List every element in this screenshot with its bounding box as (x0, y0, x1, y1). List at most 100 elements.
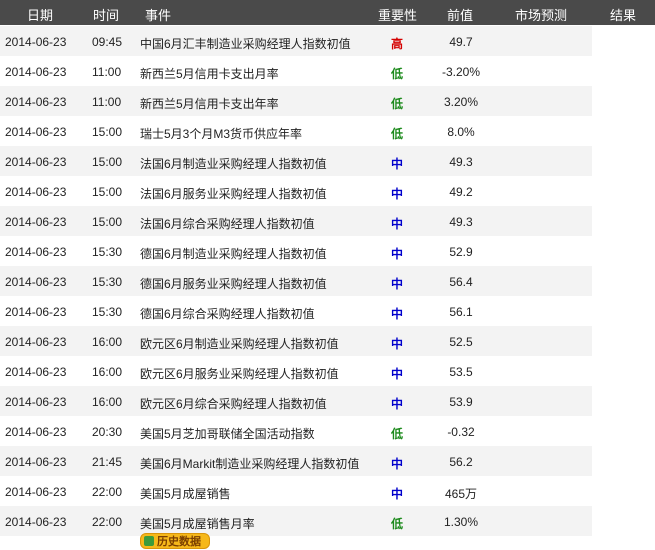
row-time: 15:00 (92, 215, 123, 229)
row-date: 2014-06-23 (5, 185, 67, 199)
header-time: 时间 (93, 8, 120, 23)
row-importance: 中 (391, 367, 404, 381)
row-previous: 49.7 (449, 35, 473, 49)
row-date: 2014-06-23 (5, 125, 67, 139)
row-importance: 低 (391, 67, 404, 81)
row-time: 22:00 (92, 515, 123, 529)
row-date: 2014-06-23 (5, 65, 67, 79)
table-row: 2014-06-23 09:45 中国6月汇丰制造业采购经理人指数初值 高 49.7 (0, 26, 592, 56)
row-previous: 56.4 (449, 275, 473, 289)
row-importance: 低 (391, 517, 404, 531)
row-event: 法国6月综合采购经理人指数初值 (140, 217, 315, 231)
row-date: 2014-06-23 (5, 215, 67, 229)
row-date: 2014-06-23 (5, 425, 67, 439)
row-time: 15:30 (92, 245, 123, 259)
row-date: 2014-06-23 (5, 275, 67, 289)
row-event: 德国6月服务业采购经理人指数初值 (140, 277, 327, 291)
row-time: 09:45 (92, 35, 123, 49)
row-previous: 465万 (444, 487, 478, 501)
row-event: 瑞士5月3个月M3货币供应年率 (140, 127, 303, 141)
table-row: 2014-06-23 15:30 德国6月服务业采购经理人指数初值 中 56.4 (0, 266, 592, 296)
table-row: 2014-06-23 15:00 法国6月综合采购经理人指数初值 中 49.3 (0, 206, 592, 236)
row-time: 20:30 (92, 425, 123, 439)
row-importance: 中 (391, 187, 404, 201)
row-previous: -0.32 (447, 425, 475, 439)
table-row: 2014-06-23 15:00 法国6月服务业采购经理人指数初值 中 49.2 (0, 176, 592, 206)
row-event: 美国5月成屋销售 (140, 487, 231, 501)
row-importance: 中 (391, 487, 404, 501)
row-event: 新西兰5月信用卡支出年率 (140, 97, 279, 111)
row-date: 2014-06-23 (5, 245, 67, 259)
row-date: 2014-06-23 (5, 305, 67, 319)
row-time: 16:00 (92, 365, 123, 379)
table-header: 日期 时间 事件 重要性 前值 市场预测 结果 (0, 0, 655, 25)
row-importance: 中 (391, 457, 404, 471)
row-event: 欧元区6月服务业采购经理人指数初值 (140, 367, 339, 381)
row-date: 2014-06-23 (5, 95, 67, 109)
row-time: 16:00 (92, 395, 123, 409)
row-event: 德国6月综合采购经理人指数初值 (140, 307, 315, 321)
row-time: 22:00 (92, 485, 123, 499)
row-event: 欧元区6月综合采购经理人指数初值 (140, 397, 327, 411)
row-previous: 56.1 (449, 305, 473, 319)
row-previous: -3.20% (441, 65, 481, 79)
row-event: 美国5月成屋销售月率 (140, 517, 255, 531)
row-importance: 低 (391, 427, 404, 441)
row-previous: 53.9 (449, 395, 473, 409)
row-importance: 中 (391, 397, 404, 411)
row-previous: 49.2 (449, 185, 473, 199)
row-previous: 52.9 (449, 245, 473, 259)
table-row: 2014-06-23 15:30 德国6月制造业采购经理人指数初值 中 52.9 (0, 236, 592, 266)
row-date: 2014-06-23 (5, 155, 67, 169)
header-result: 结果 (610, 8, 637, 23)
row-event: 新西兰5月信用卡支出月率 (140, 67, 279, 81)
row-event: 中国6月汇丰制造业采购经理人指数初值 (140, 37, 351, 51)
row-event: 法国6月服务业采购经理人指数初值 (140, 187, 327, 201)
row-event: 欧元区6月制造业采购经理人指数初值 (140, 337, 339, 351)
row-time: 16:00 (92, 335, 123, 349)
row-event: 美国6月Markit制造业采购经理人指数初值 (140, 457, 360, 471)
row-previous: 3.20% (443, 95, 479, 109)
table-row: 2014-06-23 11:00 新西兰5月信用卡支出月率 低 -3.20% (0, 56, 592, 86)
row-date: 2014-06-23 (5, 365, 67, 379)
row-date: 2014-06-23 (5, 455, 67, 469)
row-event: 德国6月制造业采购经理人指数初值 (140, 247, 327, 261)
row-previous: 49.3 (449, 155, 473, 169)
row-event: 法国6月制造业采购经理人指数初值 (140, 157, 327, 171)
row-previous: 53.5 (449, 365, 473, 379)
table-row: 2014-06-23 21:45 美国6月Markit制造业采购经理人指数初值 中 56… (0, 446, 592, 476)
row-time: 11:00 (92, 95, 122, 109)
row-importance: 中 (391, 157, 404, 171)
row-time: 11:00 (92, 65, 122, 79)
table-row: 2014-06-23 20:30 美国5月芝加哥联储全国活动指数 低 -0.32 (0, 416, 592, 446)
row-date: 2014-06-23 (5, 485, 67, 499)
table-row: 2014-06-23 15:30 德国6月综合采购经理人指数初值 中 56.1 (0, 296, 592, 326)
row-previous: 8.0% (447, 125, 475, 139)
row-date: 2014-06-23 (5, 515, 67, 529)
row-importance: 中 (391, 247, 404, 261)
table-row: 2014-06-23 16:00 欧元区6月制造业采购经理人指数初值 中 52.5 (0, 326, 592, 356)
row-importance: 中 (391, 337, 404, 351)
table-row: 2014-06-23 22:00 美国5月成屋销售 中 465万 (0, 476, 592, 506)
row-time: 15:30 (92, 275, 123, 289)
row-importance: 中 (391, 307, 404, 321)
history-data-button[interactable]: 历史数据 (140, 533, 210, 549)
row-importance: 高 (391, 37, 404, 51)
row-time: 15:00 (92, 125, 123, 139)
header-date: 日期 (27, 8, 54, 23)
row-date: 2014-06-23 (5, 335, 67, 349)
table-row: 2014-06-23 22:00 美国5月成屋销售月率 低 1.30% (0, 506, 592, 536)
table-row: 2014-06-23 15:00 瑞士5月3个月M3货币供应年率 低 8.0% (0, 116, 592, 146)
row-previous: 49.3 (449, 215, 473, 229)
chart-icon (144, 536, 154, 546)
row-time: 15:00 (92, 185, 123, 199)
row-time: 21:45 (92, 455, 123, 469)
row-importance: 中 (391, 217, 404, 231)
header-forecast: 市场预测 (515, 8, 568, 23)
table-row: 2014-06-23 15:00 法国6月制造业采购经理人指数初值 中 49.3 (0, 146, 592, 176)
table-row: 2014-06-23 16:00 欧元区6月服务业采购经理人指数初值 中 53.5 (0, 356, 592, 386)
row-importance: 低 (391, 97, 404, 111)
header-previous: 前值 (447, 8, 474, 23)
calendar-table-body: 2014-06-23 09:45 中国6月汇丰制造业采购经理人指数初值 高 49.7 20… (0, 26, 592, 536)
table-row: 2014-06-23 16:00 欧元区6月综合采购经理人指数初值 中 53.9 (0, 386, 592, 416)
